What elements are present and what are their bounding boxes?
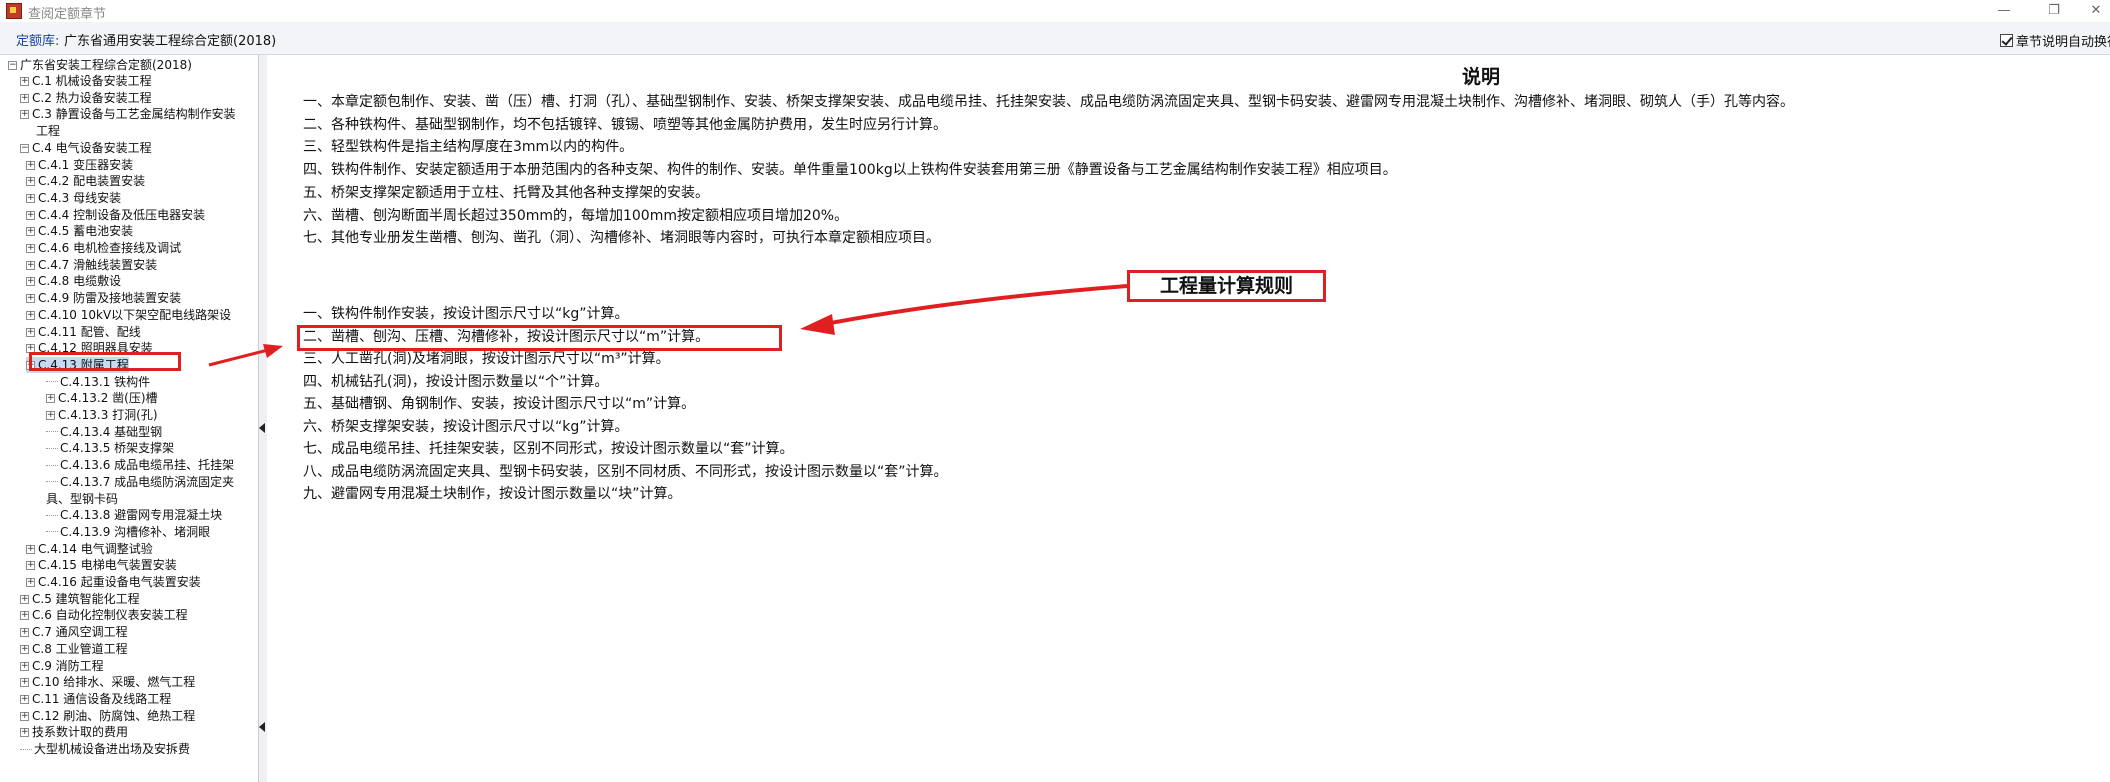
- arrow-to-tree-item: [208, 344, 283, 367]
- annotation-arrows: [208, 284, 1128, 367]
- arrow-to-rule-line: [800, 284, 1128, 335]
